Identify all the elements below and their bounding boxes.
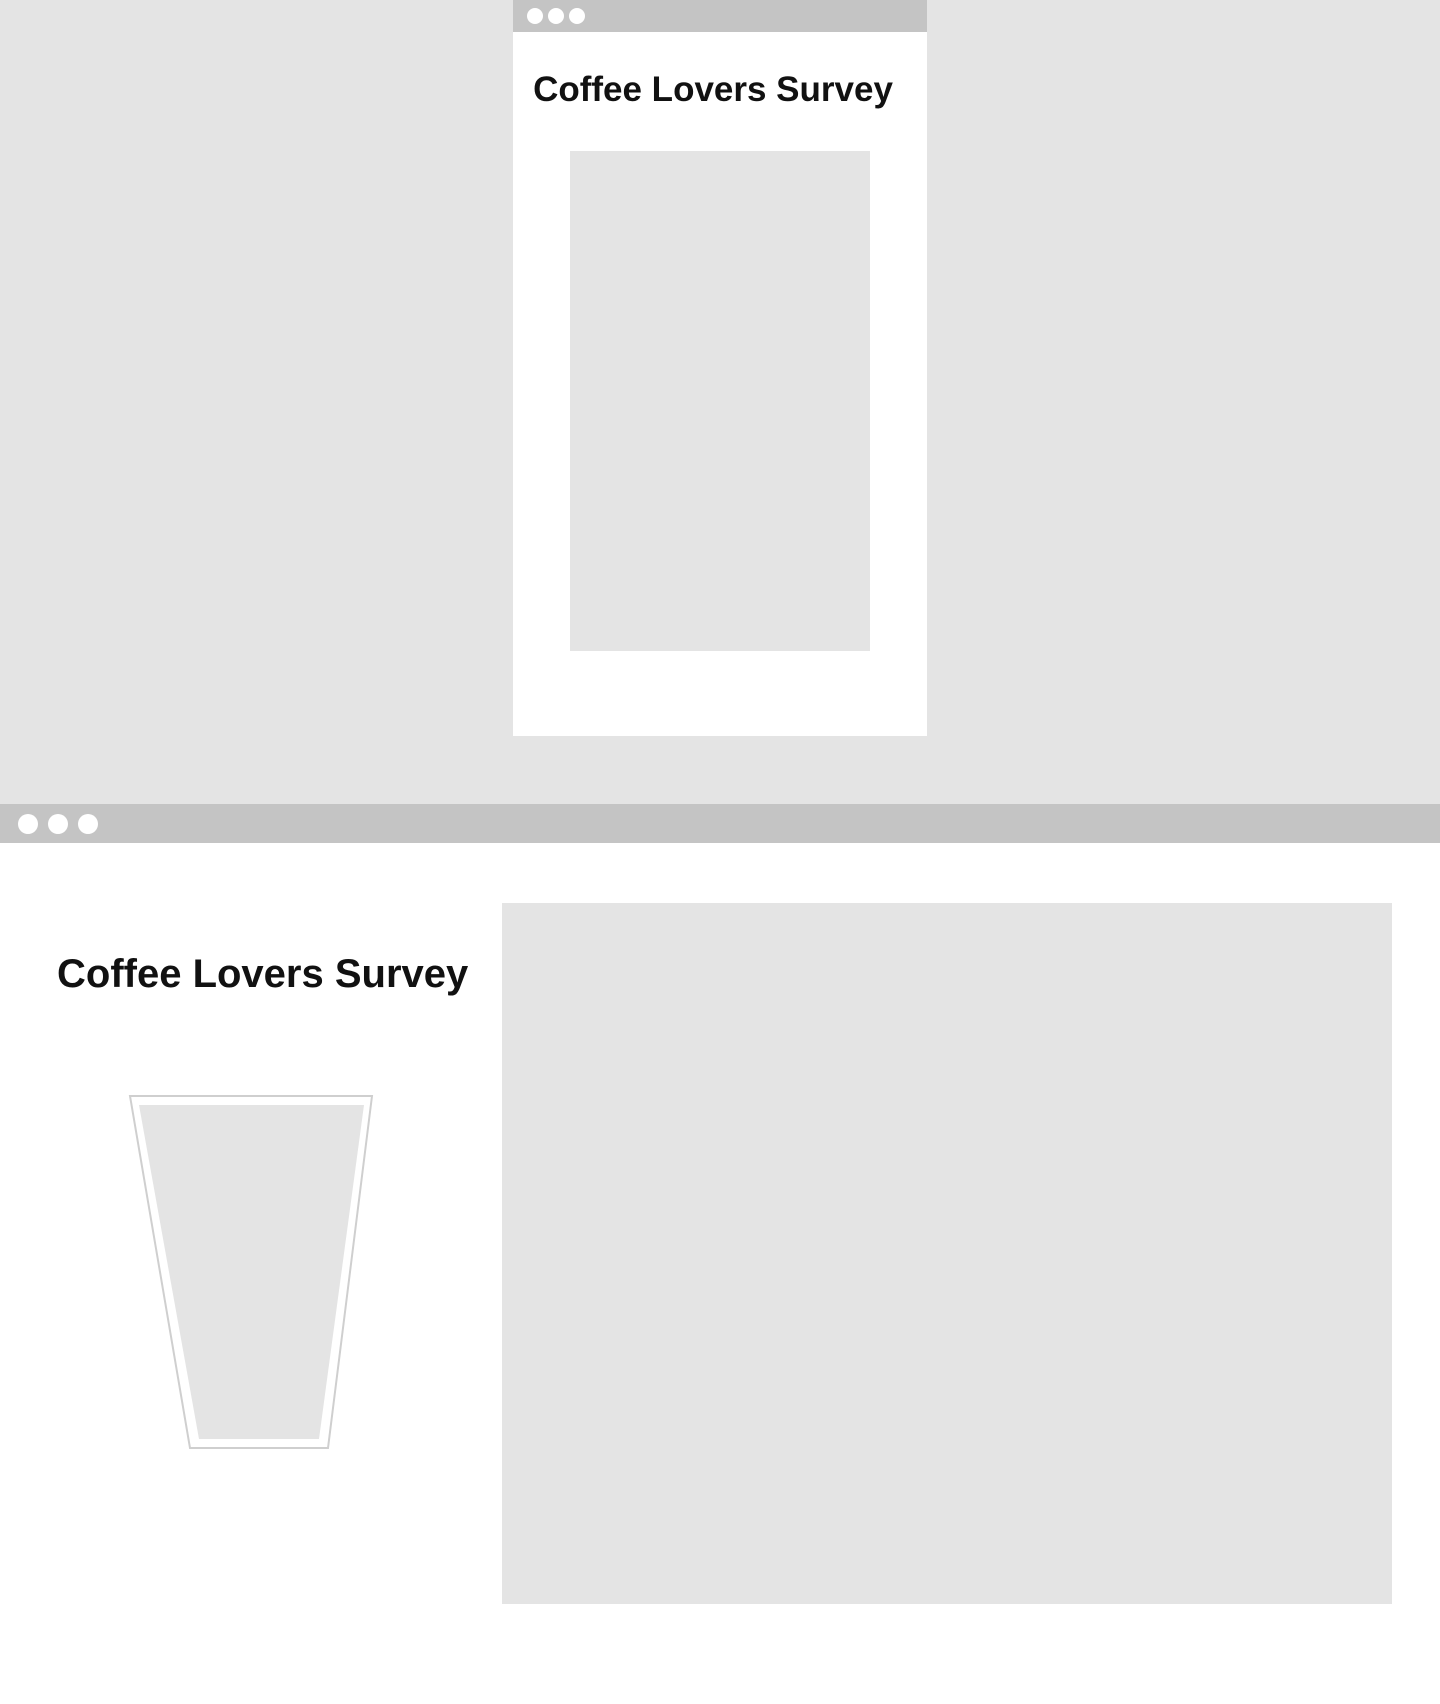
- coffee-cup-icon: [128, 1095, 374, 1449]
- window-control-dot[interactable]: [527, 8, 543, 24]
- window-control-dot[interactable]: [569, 8, 585, 24]
- desktop-mockup-window: Coffee Lovers Survey: [0, 804, 1440, 1704]
- window-control-dot[interactable]: [18, 814, 38, 834]
- mobile-content-placeholder: [570, 151, 870, 651]
- window-control-dot[interactable]: [48, 814, 68, 834]
- window-control-dot[interactable]: [78, 814, 98, 834]
- desktop-content-placeholder: [502, 903, 1392, 1604]
- mobile-window-bar: [513, 0, 927, 32]
- wireframe-canvas: Coffee Lovers Survey Coffee Lovers Surve…: [0, 0, 1440, 1704]
- window-control-dot[interactable]: [548, 8, 564, 24]
- mobile-page-title: Coffee Lovers Survey: [533, 70, 893, 109]
- desktop-page-title: Coffee Lovers Survey: [57, 952, 469, 996]
- mobile-mockup-window: Coffee Lovers Survey: [513, 0, 927, 736]
- desktop-window-bar: [0, 804, 1440, 843]
